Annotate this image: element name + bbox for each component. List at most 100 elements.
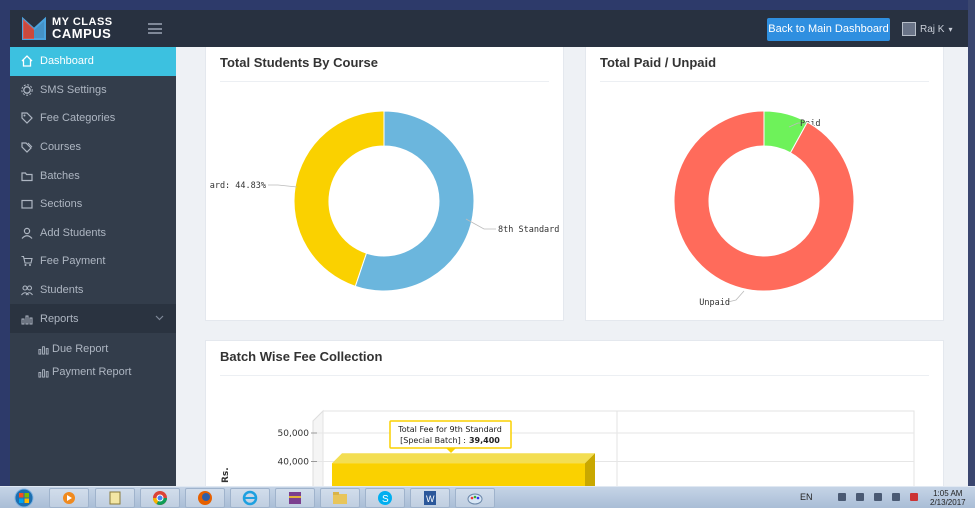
tooltip-line1: Total Fee for 9th Standard bbox=[397, 425, 502, 434]
pie-slice-unpaid[interactable] bbox=[673, 110, 855, 292]
signal-icon[interactable] bbox=[874, 493, 882, 501]
home-icon bbox=[21, 55, 33, 67]
folder-icon bbox=[333, 492, 347, 504]
archive-taskbar-button[interactable] bbox=[275, 488, 315, 508]
slice-label: ard: 44.83% bbox=[210, 181, 266, 191]
internet-explorer-taskbar-button[interactable] bbox=[230, 488, 270, 508]
brand-line2: CAMPUS bbox=[52, 26, 112, 41]
y-tick-label: 40,000 bbox=[278, 458, 310, 468]
sidebar-item-label: Students bbox=[40, 284, 84, 297]
word-icon: W bbox=[424, 491, 436, 505]
svg-text:S: S bbox=[382, 494, 389, 505]
sidebar-item-fee-payment[interactable]: Fee Payment bbox=[10, 247, 176, 276]
sidebar-subitem-label: Payment Report bbox=[52, 366, 132, 379]
sidebar-item-label: Add Students bbox=[40, 226, 107, 239]
archive-icon bbox=[289, 492, 301, 504]
sidebar-item-add-students[interactable]: Add Students bbox=[10, 219, 176, 248]
brand-name: MY CLASS CAMPUS bbox=[52, 17, 113, 41]
y-axis-label: Rs. bbox=[221, 467, 231, 483]
sidebar-item-courses[interactable]: Courses bbox=[10, 133, 176, 162]
sidebar-item-label: Reports bbox=[40, 312, 79, 325]
sidebar-item-label: Fee Payment bbox=[40, 255, 106, 268]
window-right-border bbox=[968, 0, 975, 508]
tag-icon bbox=[21, 112, 33, 125]
bar-chart-icon bbox=[38, 344, 49, 355]
sidebar-item-dashboard[interactable]: Dashboard bbox=[10, 47, 176, 76]
main-content: Total Students By Course 8th Standard ard… bbox=[176, 47, 968, 486]
firefox-icon bbox=[198, 491, 212, 505]
paid-unpaid-card: Total Paid / Unpaid PaidUnpaid bbox=[585, 47, 944, 321]
sidebar-item-label: Fee Categories bbox=[40, 112, 116, 125]
chrome-taskbar-button[interactable] bbox=[140, 488, 180, 508]
batch-fee-chart: 50,000 40,000 Rs. Total Fee for 9th Standar… bbox=[221, 409, 915, 486]
slice-label: Unpaid bbox=[699, 298, 730, 308]
sidebar-item-label: Dashboard bbox=[40, 55, 94, 68]
sidebar-item-label: Batches bbox=[40, 169, 80, 182]
clock[interactable]: 1:05 AM 2/13/2017 bbox=[930, 489, 966, 507]
user-icon bbox=[21, 227, 33, 239]
tooltip-line2: [Special Batch] :39,400 bbox=[400, 436, 500, 445]
chevron-down-icon bbox=[155, 313, 164, 325]
start-button[interactable] bbox=[8, 488, 40, 508]
windows-logo-icon bbox=[14, 488, 34, 508]
gear-icon bbox=[21, 84, 33, 96]
network-icon[interactable] bbox=[856, 493, 864, 501]
avatar bbox=[902, 22, 916, 36]
bar-9th-standard[interactable] bbox=[332, 463, 585, 486]
alert-icon[interactable] bbox=[910, 493, 918, 501]
sidebar-item-label: SMS Settings bbox=[40, 83, 107, 96]
language-indicator[interactable]: EN bbox=[800, 492, 813, 502]
sidebar-item-reports[interactable]: Reports bbox=[10, 304, 176, 333]
firefox-taskbar-button[interactable] bbox=[185, 488, 225, 508]
skype-taskbar-button[interactable]: S bbox=[365, 488, 405, 508]
caret-down-icon: ▾ bbox=[948, 24, 953, 34]
shield-icon[interactable] bbox=[892, 493, 900, 501]
clock-time: 1:05 AM bbox=[933, 489, 963, 498]
sidebar-subitem-payment-report[interactable]: Payment Report bbox=[10, 361, 176, 384]
rectangle-icon bbox=[21, 198, 33, 210]
media-player-taskbar-button[interactable] bbox=[49, 488, 89, 508]
word-taskbar-button[interactable]: W bbox=[410, 488, 450, 508]
sidebar-item-batches[interactable]: Batches bbox=[10, 161, 176, 190]
bar-chart-icon bbox=[21, 313, 33, 325]
sidebar-subitem-due-report[interactable]: Due Report bbox=[10, 338, 176, 361]
sidebar-item-sms-settings[interactable]: SMS Settings bbox=[10, 76, 176, 105]
menu-toggle-icon[interactable] bbox=[148, 23, 162, 34]
clock-date: 2/13/2017 bbox=[930, 498, 966, 507]
windows-taskbar: S W EN 1:05 AM 2/13/2017 bbox=[0, 486, 975, 508]
slice-label-connector bbox=[268, 184, 298, 188]
sidebar-item-fee-categories[interactable]: Fee Categories bbox=[10, 104, 176, 133]
sidebar-item-label: Sections bbox=[40, 198, 83, 211]
speaker-icon[interactable] bbox=[838, 493, 846, 501]
tooltip-value: 39,400 bbox=[469, 436, 500, 445]
tooltip-line2-prefix: [Special Batch] : bbox=[400, 436, 466, 445]
window-left-border bbox=[0, 0, 10, 508]
slice-label-connector bbox=[727, 290, 745, 303]
batch-fee-card: Batch Wise Fee Collection 50,000 40,000 Rs… bbox=[205, 340, 944, 486]
sidebar-item-label: Courses bbox=[40, 141, 81, 154]
paint-taskbar-button[interactable] bbox=[455, 488, 495, 508]
bar-chart-icon bbox=[38, 367, 49, 378]
internet-explorer-icon bbox=[242, 490, 258, 506]
slice-label: 8th Standard bbox=[498, 225, 559, 235]
user-menu[interactable]: Raj K ▾ bbox=[902, 19, 952, 39]
notes-taskbar-button[interactable] bbox=[95, 488, 135, 508]
sidebar-item-students[interactable]: Students bbox=[10, 276, 176, 305]
paint-icon bbox=[467, 493, 483, 505]
cart-icon bbox=[21, 255, 33, 267]
chrome-icon bbox=[153, 491, 167, 505]
explorer-taskbar-button[interactable] bbox=[320, 488, 360, 508]
tags-icon bbox=[21, 141, 33, 153]
back-to-main-dashboard-button[interactable]: Back to Main Dashboard bbox=[767, 18, 890, 41]
top-navbar: MY CLASS CAMPUS Back to Main Dashboard R… bbox=[10, 10, 968, 47]
media-player-icon bbox=[63, 492, 75, 504]
window-top-border bbox=[0, 0, 975, 10]
app-window: MY CLASS CAMPUS Back to Main Dashboard R… bbox=[10, 10, 968, 486]
y-tick-label: 50,000 bbox=[278, 429, 310, 439]
students-by-course-chart: 8th Standard ard: 44.83% bbox=[210, 110, 559, 292]
sidebar-item-sections[interactable]: Sections bbox=[10, 190, 176, 219]
paid-unpaid-chart: PaidUnpaid bbox=[673, 110, 855, 308]
reports-submenu: Due Report Payment Report bbox=[10, 333, 176, 384]
logo-icon bbox=[22, 16, 46, 40]
folder-icon bbox=[21, 170, 33, 182]
